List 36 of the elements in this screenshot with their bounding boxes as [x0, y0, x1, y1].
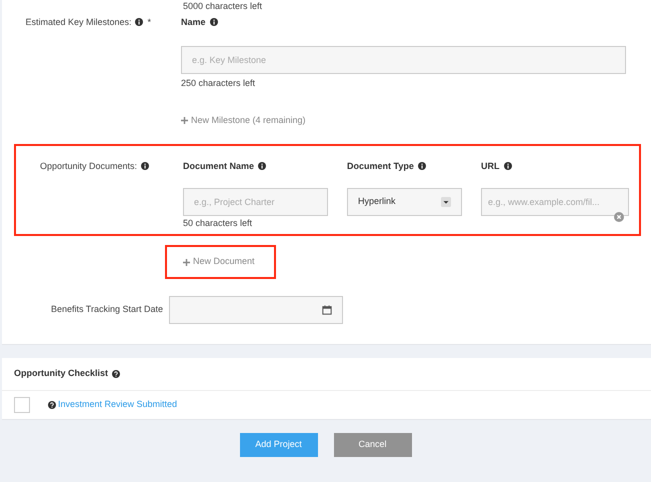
add-project-button[interactable]: Add Project	[240, 433, 318, 457]
info-icon	[210, 18, 218, 26]
document-type-select[interactable]: Hyperlink	[347, 188, 462, 216]
cancel-button[interactable]: Cancel	[334, 433, 412, 457]
column-header: Name	[181, 17, 206, 27]
checkbox[interactable]	[14, 397, 30, 413]
calendar-icon	[322, 305, 332, 315]
info-icon	[141, 162, 149, 170]
field-label: Benefits Tracking Start Date	[50, 304, 163, 314]
info-icon	[258, 162, 266, 170]
column-header: Document Name	[183, 160, 254, 170]
caret-icon	[441, 197, 451, 207]
field-label: Estimated Key Milestones:	[25, 17, 132, 27]
plus-icon	[181, 117, 188, 124]
section-title: Opportunity Checklist	[14, 367, 108, 380]
name-field[interactable]: e.g. Key Milestone	[181, 46, 626, 74]
counter-text: 250 characters left	[181, 78, 256, 88]
plus-icon	[183, 258, 190, 266]
info-icon	[418, 162, 426, 170]
column-header: URL	[481, 160, 500, 170]
checklist-link[interactable]: Investment Review Submitted	[58, 398, 178, 412]
date-field[interactable]	[169, 296, 343, 324]
info-icon	[135, 18, 144, 26]
counter-text: 5000 characters left	[183, 1, 262, 11]
url-field[interactable]: e.g., www.example.com/fil...	[481, 188, 629, 216]
new-document-link[interactable]: New Document	[167, 247, 274, 277]
clear-icon[interactable]	[614, 212, 624, 222]
field-label: Opportunity Documents:	[40, 160, 137, 170]
help-icon	[48, 401, 56, 409]
help-icon	[112, 370, 120, 378]
column-header: Document Type	[347, 160, 414, 170]
document-name-field[interactable]: e.g., Project Charter	[183, 188, 328, 216]
add-milestone-link[interactable]: New Milestone (4 remaining)	[181, 114, 306, 128]
info-icon	[504, 162, 512, 170]
counter-text: 50 characters left	[183, 218, 254, 228]
required-mark: *	[147, 17, 151, 27]
